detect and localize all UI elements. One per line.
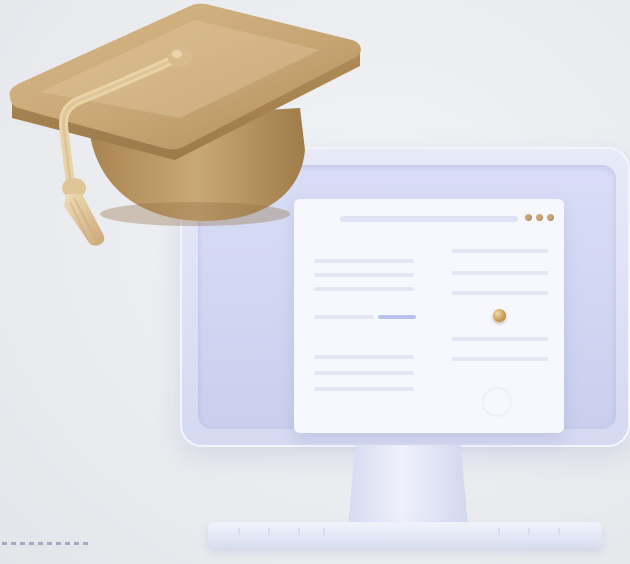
base-tick: [268, 528, 270, 535]
monitor-base: [208, 522, 602, 548]
placeholder-line: [314, 371, 414, 375]
window-dot: [525, 214, 532, 221]
placeholder-line: [452, 271, 548, 275]
faint-circle-icon: [482, 387, 512, 417]
placeholder-line: [314, 387, 414, 391]
placeholder-line: [452, 357, 548, 361]
placeholder-line: [452, 291, 548, 295]
placeholder-line: [452, 249, 548, 253]
placeholder-line: [314, 273, 414, 277]
placeholder-line: [314, 355, 414, 359]
placeholder-line: [314, 315, 374, 319]
monitor-neck: [348, 445, 468, 527]
base-tick: [558, 528, 560, 535]
window-dot: [536, 214, 543, 221]
base-tick: [498, 528, 500, 535]
base-groove: [222, 533, 588, 535]
illustration-scene: [0, 0, 630, 564]
toggle-knob: [493, 309, 506, 322]
window-controls: [525, 214, 554, 221]
dashed-line: [2, 542, 92, 545]
placeholder-line: [314, 287, 414, 291]
slider-track: [378, 315, 416, 319]
graduation-cap-icon: [9, 3, 361, 246]
base-tick: [528, 528, 530, 535]
window-dot: [547, 214, 554, 221]
base-tick: [238, 528, 240, 535]
base-tick: [298, 528, 300, 535]
base-tick: [323, 528, 325, 535]
placeholder-line: [452, 337, 548, 341]
